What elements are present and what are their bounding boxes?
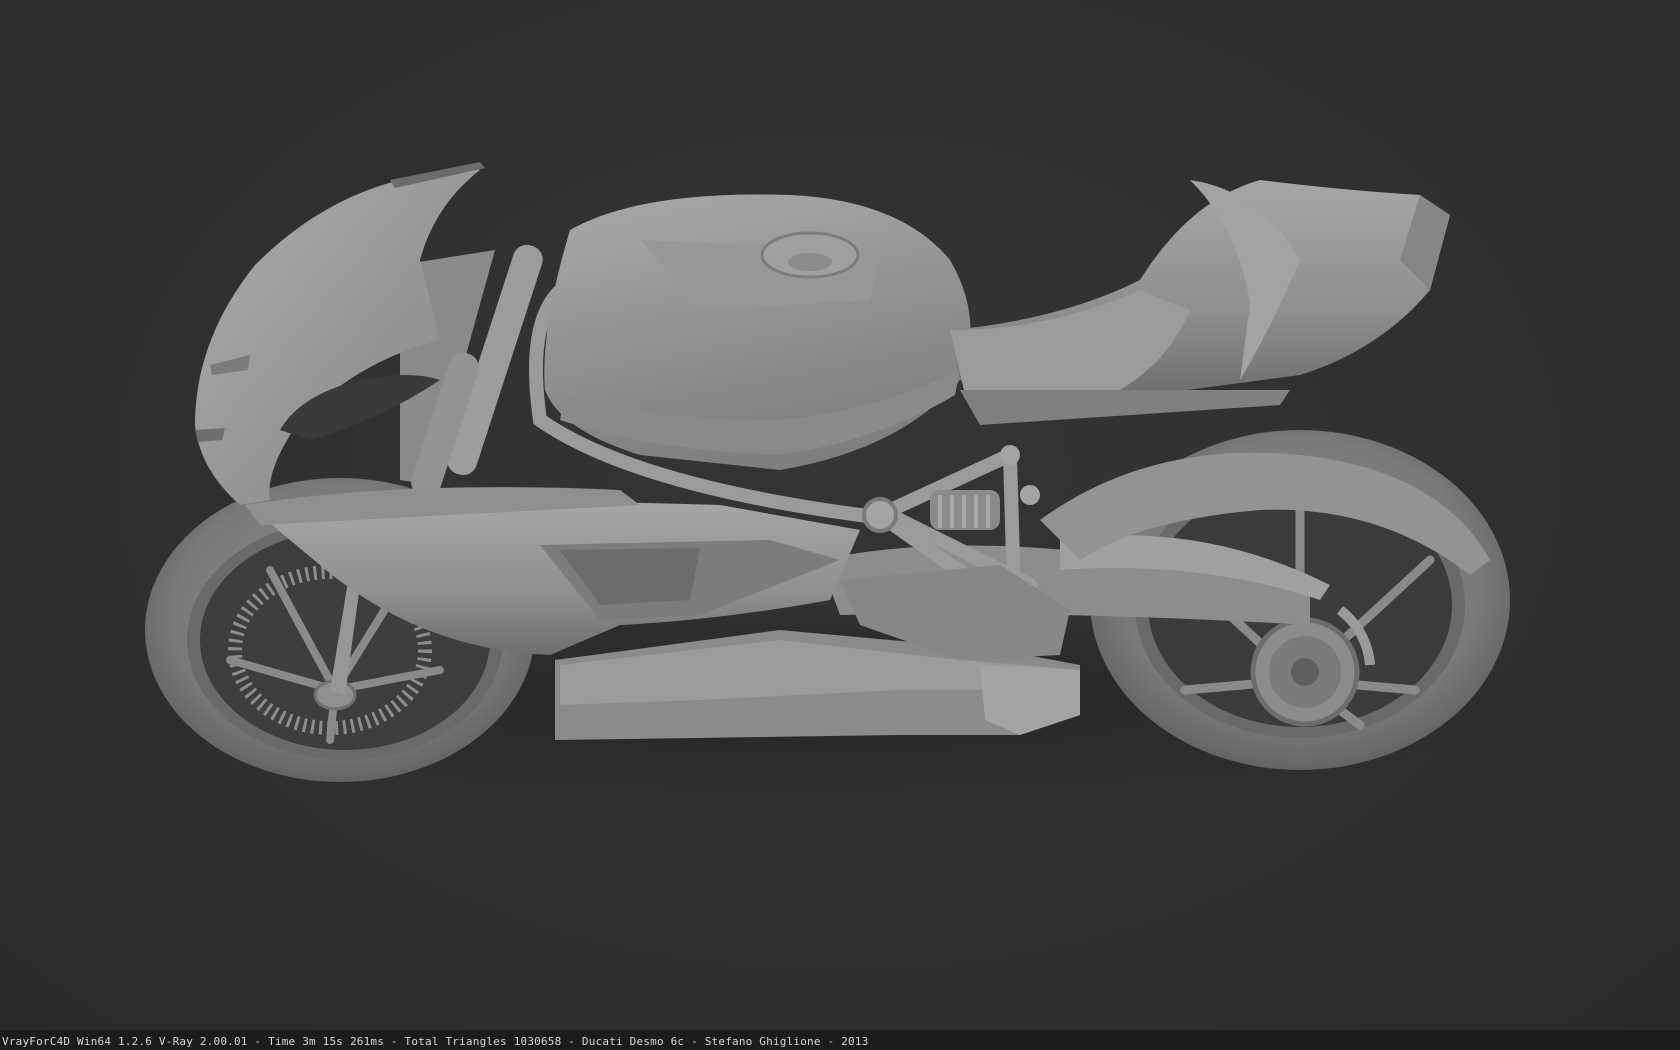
tail-section [950,180,1450,425]
render-stamp-text: VrayForC4D Win64 1.2.6 V-Ray 2.00.01 - T… [2,1035,869,1048]
motorcycle-clay-render [0,162,1680,1050]
render-viewport: VrayForC4D Win64 1.2.6 V-Ray 2.00.01 - T… [0,0,1680,1050]
fuel-tank [544,194,971,470]
render-info-bar: VrayForC4D Win64 1.2.6 V-Ray 2.00.01 - T… [0,1030,1680,1050]
